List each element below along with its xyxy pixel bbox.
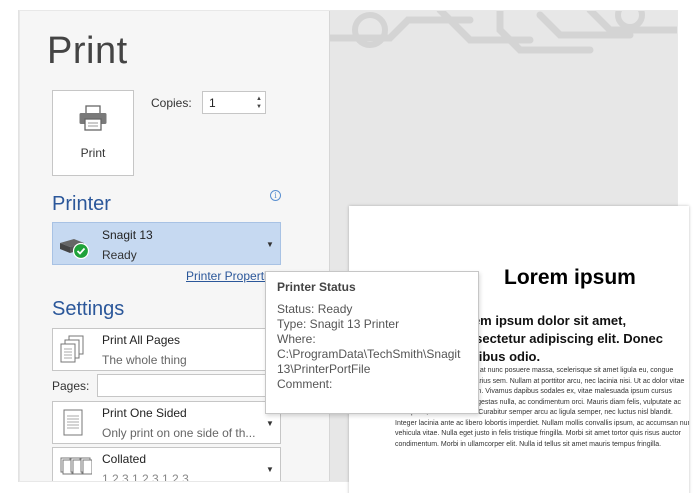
circuit-decoration-icon (330, 10, 678, 54)
printer-status: Ready (102, 248, 137, 262)
print-range-desc: The whole thing (102, 353, 187, 367)
pages-icon (60, 335, 86, 370)
info-icon[interactable]: i (270, 190, 281, 201)
print-button[interactable]: Print (52, 90, 134, 176)
tooltip-line: Comment: (277, 377, 333, 391)
printer-icon (78, 105, 108, 136)
spin-up-icon[interactable]: ▲ (256, 96, 262, 102)
copies-spinner[interactable]: 1 ▲ ▼ (202, 91, 266, 114)
copies-label: Copies: (151, 96, 192, 110)
printer-name: Snagit 13 (102, 228, 153, 242)
sides-dropdown[interactable]: Print One Sided Only print on one side o… (52, 401, 281, 444)
chevron-down-icon: ▼ (266, 240, 274, 249)
page-title: Print (47, 30, 128, 72)
preview-intro: Lorem ipsum dolor sit amet, consectetur … (452, 313, 663, 364)
print-range-value: Print All Pages (102, 333, 181, 347)
sides-desc: Only print on one side of th... (102, 426, 256, 440)
collation-value: Collated (102, 452, 147, 466)
chevron-down-icon: ▼ (266, 465, 274, 474)
settings-heading: Settings (52, 298, 125, 320)
chevron-down-icon: ▼ (266, 419, 274, 428)
pages-input[interactable] (97, 374, 281, 397)
printer-ready-icon (58, 235, 94, 264)
print-range-dropdown[interactable]: Print All Pages The whole thing (52, 328, 281, 371)
collation-dropdown[interactable]: Collated 1,2,3 1,2,3 1,2,3 ▼ (52, 447, 281, 482)
preview-heading: Lorem ipsum (504, 266, 636, 289)
printer-dropdown[interactable]: Snagit 13 Ready ▼ (52, 222, 281, 265)
collation-desc: 1,2,3 1,2,3 1,2,3 (102, 472, 189, 482)
tooltip-line: Type: Snagit 13 Printer (277, 317, 400, 331)
collated-icon (60, 454, 93, 482)
tooltip-line: 13\PrinterPortFile (277, 362, 371, 376)
tooltip-line: Status: Ready (277, 302, 353, 316)
tooltip-line: C:\ProgramData\TechSmith\Snagit (277, 347, 461, 361)
copies-value: 1 (209, 96, 216, 110)
pages-label: Pages: (52, 379, 90, 393)
printer-heading: Printer (52, 193, 111, 215)
one-sided-icon (60, 408, 86, 443)
tooltip-title: Printer Status (277, 280, 356, 294)
printer-status-tooltip: Printer Status Status: Ready Type: Snagi… (265, 271, 479, 414)
print-button-label: Print (80, 146, 106, 160)
sides-value: Print One Sided (102, 406, 187, 420)
spin-down-icon[interactable]: ▼ (256, 104, 262, 110)
tooltip-line: Where: (277, 332, 316, 346)
